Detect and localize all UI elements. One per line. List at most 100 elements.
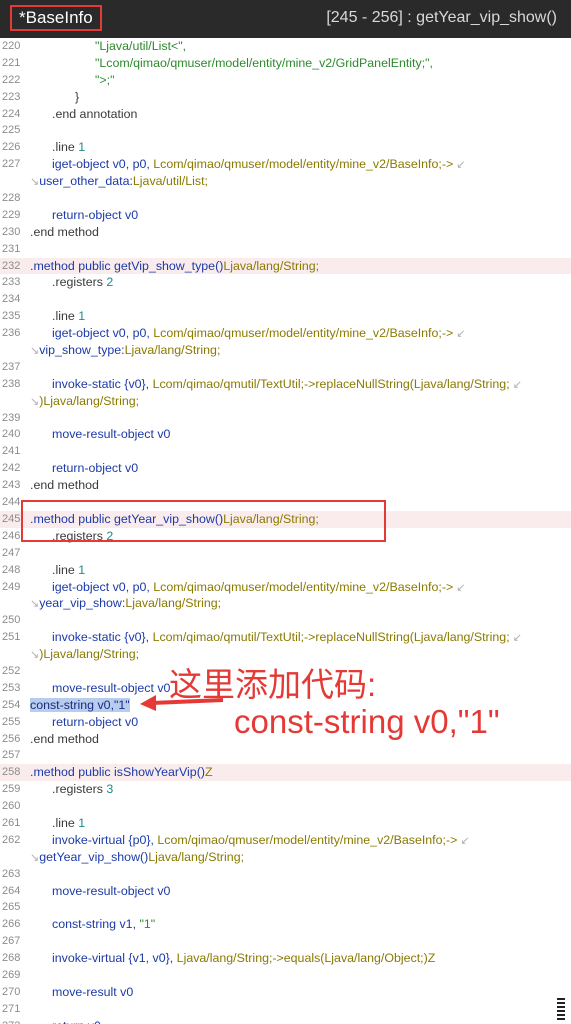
code-line[interactable]: 261 .line 1	[0, 815, 571, 832]
code-line[interactable]: 239	[0, 410, 571, 427]
line-number: 250	[2, 614, 21, 627]
scroll-indicator[interactable]	[557, 998, 565, 1020]
code-token: )Ljava/lang/String;	[39, 647, 140, 662]
code-text: ↘getYear_vip_show()Ljava/lang/String;	[30, 849, 244, 867]
wrap-icon: ↘	[30, 176, 40, 189]
code-token: .method public getYear_vip_show()	[30, 511, 224, 526]
code-line[interactable]: 243 .end method	[0, 477, 571, 494]
code-token: .end method	[30, 478, 99, 493]
code-line[interactable]: 265	[0, 899, 571, 916]
line-number: 267	[2, 935, 21, 948]
line-number: 263	[2, 867, 21, 880]
code-line[interactable]: 220 "Ljava/util/List<",	[0, 38, 571, 55]
code-line[interactable]: 249 iget-object v0, p0, Lcom/qimao/qmuser…	[0, 579, 571, 596]
code-line[interactable]: 246 .registers 2	[0, 528, 571, 545]
code-line[interactable]: ↘vip_show_type:Ljava/lang/String;	[0, 342, 571, 359]
code-token: Ljava/lang/String;	[223, 511, 319, 526]
code-line[interactable]: 233 .registers 2	[0, 274, 571, 291]
wrap-icon: ↙	[509, 378, 522, 391]
code-line[interactable]: 269	[0, 967, 571, 984]
code-line[interactable]: 228	[0, 190, 571, 207]
code-token: Lcom/qimao/qmutil/TextUtil;->replaceNull…	[152, 630, 510, 645]
code-line[interactable]: 272 return v0	[0, 1018, 571, 1024]
code-line[interactable]: 268 invoke-virtual {v1, v0}, Ljava/lang/S…	[0, 950, 571, 967]
line-number: 223	[2, 90, 21, 103]
code-text: "Ljava/util/List<",	[95, 38, 186, 55]
code-line[interactable]: 221 "Lcom/qimao/qmuser/model/entity/mine_…	[0, 55, 571, 72]
line-number: 226	[2, 141, 21, 154]
code-line[interactable]: 251 invoke-static {v0}, Lcom/qimao/qmutil…	[0, 629, 571, 646]
code-line[interactable]: 266 const-string v1, "1"	[0, 916, 571, 933]
code-line[interactable]: 270 move-result v0	[0, 984, 571, 1001]
code-line[interactable]: 227 iget-object v0, p0, Lcom/qimao/qmuser…	[0, 156, 571, 173]
code-line[interactable]: 231	[0, 241, 571, 258]
file-tab-title[interactable]: *BaseInfo	[10, 5, 102, 31]
code-line[interactable]: 250	[0, 612, 571, 629]
code-token: move-result-object v0	[52, 427, 171, 442]
code-token: move-result-object v0	[52, 883, 171, 898]
wrap-icon: ↘	[30, 395, 40, 408]
code-text: ↘)Ljava/lang/String;	[30, 393, 139, 411]
code-line[interactable]: 230 .end method	[0, 224, 571, 241]
code-line[interactable]: 225	[0, 122, 571, 139]
code-line[interactable]: 258 .method public isShowYearVip()Z	[0, 764, 571, 782]
code-text: return-object v0	[52, 207, 138, 224]
code-line[interactable]: 262 invoke-virtual {p0}, Lcom/qimao/qmuse…	[0, 832, 571, 849]
code-line[interactable]: ↘getYear_vip_show()Ljava/lang/String;	[0, 849, 571, 866]
code-line[interactable]: 229 return-object v0	[0, 207, 571, 224]
code-token: .end method	[30, 224, 99, 239]
code-token: ">;"	[95, 72, 115, 87]
title-bar: *BaseInfo [245 - 256] : getYear_vip_show…	[0, 0, 571, 38]
code-line[interactable]: 263	[0, 866, 571, 883]
code-line[interactable]: 242 return-object v0	[0, 460, 571, 477]
line-number: 232	[2, 259, 21, 272]
code-line[interactable]: 235 .line 1	[0, 308, 571, 325]
code-token: vip_show_type:	[39, 343, 125, 358]
code-line[interactable]: 238 invoke-static {v0}, Lcom/qimao/qmutil…	[0, 376, 571, 393]
line-number: 229	[2, 208, 21, 221]
code-line[interactable]: ↘)Ljava/lang/String;	[0, 393, 571, 410]
code-line[interactable]: 244	[0, 494, 571, 511]
code-line[interactable]: ↘user_other_data:Ljava/util/List;	[0, 173, 571, 190]
code-line[interactable]: 234	[0, 291, 571, 308]
wrap-icon: ↙	[453, 581, 466, 594]
line-number: 224	[2, 107, 21, 120]
code-line[interactable]: 236 iget-object v0, p0, Lcom/qimao/qmuser…	[0, 325, 571, 342]
method-range-info: [245 - 256] : getYear_vip_show()	[326, 9, 557, 26]
wrap-icon: ↘	[30, 851, 40, 864]
line-number: 247	[2, 546, 21, 559]
code-line[interactable]: 222 ">;"	[0, 72, 571, 89]
code-line[interactable]: ↘year_vip_show:Ljava/lang/String;	[0, 595, 571, 612]
code-line[interactable]: 271	[0, 1001, 571, 1018]
line-number: 244	[2, 496, 21, 509]
code-line[interactable]: 245 .method public getYear_vip_show()Ljav…	[0, 510, 571, 528]
line-number: 255	[2, 715, 21, 728]
code-line[interactable]: 260	[0, 798, 571, 815]
code-editor[interactable]: 220 "Ljava/util/List<", 221 "Lcom/qimao/qmu…	[0, 38, 571, 1024]
code-token: Lcom/qimao/qmutil/TextUtil;->replaceNull…	[152, 376, 510, 391]
code-token: 2	[106, 528, 114, 543]
code-line[interactable]: 223}	[0, 89, 571, 106]
code-line[interactable]: 226 .line 1	[0, 139, 571, 156]
code-line[interactable]: 240 move-result-object v0	[0, 426, 571, 443]
code-text: move-result v0	[52, 984, 133, 1001]
code-line[interactable]: 248 .line 1	[0, 562, 571, 579]
line-number: 241	[2, 445, 21, 458]
code-line[interactable]: 264 move-result-object v0	[0, 883, 571, 900]
code-line[interactable]: 257	[0, 747, 571, 764]
line-number: 268	[2, 952, 21, 965]
code-line[interactable]: 232 .method public getVip_show_type()Ljav…	[0, 257, 571, 275]
code-text: invoke-virtual {v1, v0}, Ljava/lang/Stri…	[52, 950, 435, 967]
code-line[interactable]: 237	[0, 359, 571, 376]
code-line[interactable]: 267	[0, 933, 571, 950]
line-number: 235	[2, 310, 21, 323]
code-line[interactable]: 224 .end annotation	[0, 106, 571, 123]
line-number: 234	[2, 293, 21, 306]
code-text: return v0	[52, 1018, 101, 1024]
code-line[interactable]: 247	[0, 545, 571, 562]
code-line[interactable]: 259 .registers 3	[0, 781, 571, 798]
code-token: Lcom/qimao/qmuser/model/entity/mine_v2/B…	[153, 157, 454, 172]
code-line[interactable]: 241	[0, 443, 571, 460]
line-number: 254	[2, 698, 21, 711]
code-token: .end annotation	[52, 106, 138, 121]
